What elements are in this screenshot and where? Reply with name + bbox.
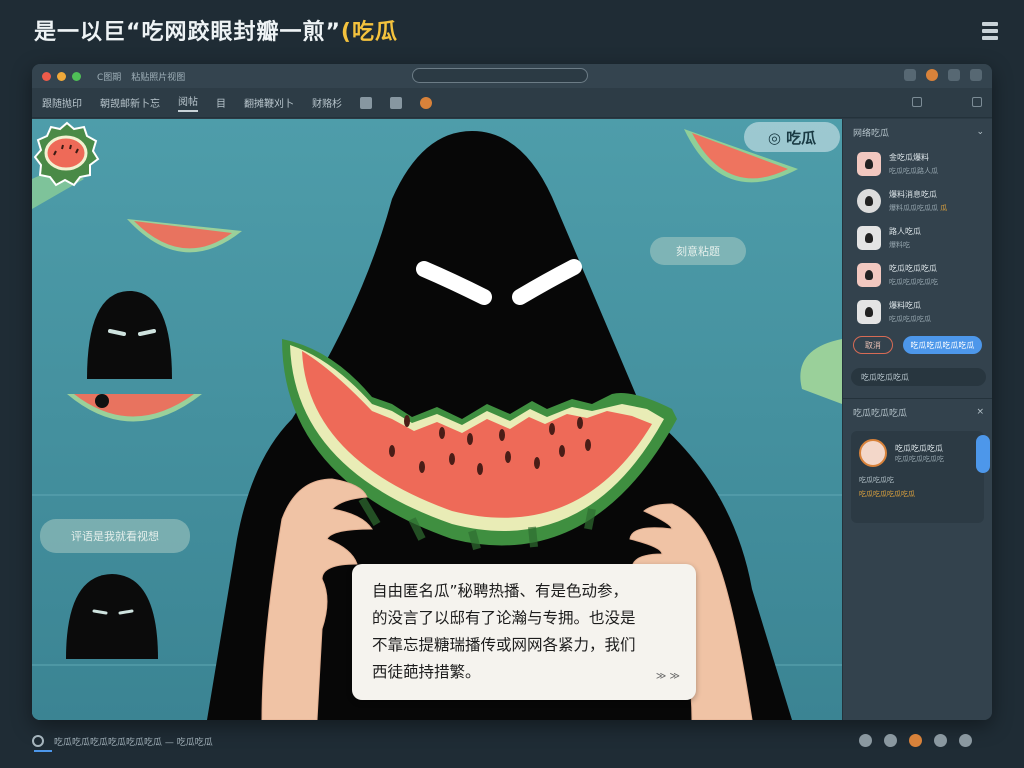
page-title: 是一以巨“吃网跤眼封瓣一煎”(吃瓜 [34,14,398,46]
avatar [859,439,887,467]
card-line: 吃瓜吃瓜吃 [859,476,894,484]
avatar [857,299,881,324]
toolbar-item-1[interactable]: 跟随抛印 [42,95,82,110]
sidebar-item[interactable]: 爆料吃瓜吃瓜吃瓜吃瓜 [843,293,992,330]
toolbar-item-6[interactable]: 财赂杉 [312,95,342,110]
status-indicator [34,750,52,752]
shield-icon[interactable] [859,734,872,747]
avatar [857,262,881,287]
confirm-button[interactable]: 吃瓜吃瓜吃瓜吃瓜 [902,336,982,354]
tab-label[interactable]: C图期 [97,70,121,83]
cancel-button[interactable]: 取消 [853,336,893,354]
panel-title: 吃瓜吃瓜吃瓜 [853,408,908,419]
sidebar-header: 网络吃瓜 ⌄ [843,119,992,145]
address-bar[interactable] [412,68,588,83]
main-stage: ◎ 吃瓜 刻意粘题 评语是我就看视想 自由匿名瓜”秘聘热播、有是色动参， 的没言… [32,119,842,720]
caption-line: 自由匿名瓜”秘聘热播、有是色动参， [372,582,629,600]
menu-icon[interactable] [982,22,998,44]
notification-icon[interactable] [909,734,922,747]
page-title-main: 是一以巨“吃网跤眼封瓣一煎” [34,20,341,45]
card-subtitle: 吃瓜吃瓜吃瓜吃 [895,455,944,463]
sidebar-item-name: 金吃瓜爆料 [889,152,929,162]
caption-card: 自由匿名瓜”秘聘热播、有是色动参， 的没言了以邸有了论瀚与专拥。也没是 不靠忘提… [352,564,696,700]
chevron-down-icon[interactable]: ⌄ [976,127,984,137]
settings-icon[interactable] [959,734,972,747]
bookmark-icon[interactable] [972,97,982,107]
clock-icon[interactable] [934,734,947,747]
toolbar-item-4[interactable]: 目 [216,95,226,110]
tab-label-2[interactable]: 粘贴照片视图 [131,70,185,83]
avatar [857,225,881,250]
titlebar-icons [904,69,982,81]
close-icon[interactable]: × [976,407,984,417]
share-icon[interactable] [904,69,916,81]
toolbar-item-2[interactable]: 朝觊邮新卜忘 [100,95,160,110]
sidebar-item[interactable]: 金吃瓜爆料吃瓜吃瓜路人瓜 [843,145,992,182]
gift-icon[interactable] [360,96,372,109]
sidebar-item-name: 爆料消息吃瓜 [889,189,937,199]
card-title: 吃瓜吃瓜吃瓜 [895,444,943,453]
card-line-2: 吃瓜吃瓜吃瓜吃瓜 [859,490,915,498]
sidebar-item-meta: 爆料瓜瓜吃瓜瓜 瓜 [889,203,948,212]
minimize-window-button[interactable] [57,71,66,81]
floating-bubble-left: 评语是我就看视想 [40,519,190,553]
sidebar-item-name: 吃瓜吃瓜吃瓜 [889,263,937,273]
settings-icon[interactable] [948,69,960,81]
sidebar-item-meta: 吃瓜吃瓜吃瓜吃 [889,277,938,286]
avatar [857,188,881,213]
heart-icon[interactable] [912,97,922,107]
sidebar-actions: 取消 吃瓜吃瓜吃瓜吃瓜 [843,330,992,360]
status-text: 吃瓜吃瓜吃瓜吃瓜吃瓜吃瓜 — 吃瓜吃瓜 [54,737,213,748]
sidebar-search-bar[interactable]: 吃瓜吃瓜吃瓜 [851,368,986,386]
scroll-handle[interactable] [976,435,990,473]
sidebar-item-meta: 吃瓜吃瓜吃瓜 [889,314,931,323]
sidebar-item[interactable]: 吃瓜吃瓜吃瓜 吃瓜吃瓜吃瓜吃 [843,256,992,293]
watermelon-sticker-icon [33,121,100,187]
sidebar-item-meta: 吃瓜吃瓜路人瓜 [889,166,938,175]
avatar [857,151,881,176]
more-icon[interactable] [970,69,982,81]
page-title-highlight: (吃瓜 [340,20,398,45]
maximize-window-button[interactable] [72,71,81,81]
sidebar-item-meta: 爆料吃 [889,240,910,249]
status-right-icons [859,734,972,747]
toolbar-item-5[interactable]: 翻摊鞭刈卜 [244,95,294,110]
toolbar-right-icons [912,97,982,107]
toolbar: 跟随抛印 朝觊邮新卜忘 阅帖 目 翻摊鞭刈卜 财赂杉 [32,88,992,118]
sidebar-item-name: 爆料吃瓜 [889,300,921,310]
comment-card[interactable]: 吃瓜吃瓜吃瓜 吃瓜吃瓜吃瓜吃 吃瓜吃瓜吃 吃瓜吃瓜吃瓜吃瓜 [851,431,990,523]
status-icon[interactable] [32,735,44,747]
download-icon[interactable] [390,96,402,109]
caption-line: 的没言了以邸有了论瀚与专拥。也没是 [372,609,636,627]
profile-icon[interactable] [926,69,938,81]
caption-line: 不靠忘提糖瑞播传或网网各紧力，我们 [372,636,636,654]
sidebar-item[interactable]: 爆料消息吃瓜爆料瓜瓜吃瓜瓜 瓜 [843,182,992,219]
sidebar-item[interactable]: 路人吃瓜 爆料吃 [843,219,992,256]
caption-line: 西徒葩持措繁。 [372,663,481,681]
status-bar: 吃瓜吃瓜吃瓜吃瓜吃瓜吃瓜 — 吃瓜吃瓜 [32,728,992,754]
close-window-button[interactable] [42,71,51,81]
sidebar-panel: 吃瓜吃瓜吃瓜 × 吃瓜吃瓜吃瓜 吃瓜吃瓜吃瓜吃 吃瓜吃瓜吃 吃瓜吃瓜吃瓜吃瓜 [843,398,992,523]
brand-watermark: ◎ 吃瓜 [744,122,840,152]
floating-bubble-right: 刻意粘题 [650,237,746,265]
toolbar-item-3[interactable]: 阅帖 [178,93,198,112]
user-icon[interactable] [884,734,897,747]
sidebar-title: 网络吃瓜 [853,128,890,139]
sidebar-item-name: 路人吃瓜 [889,226,921,236]
caption-more-link[interactable]: ≫ ≫ [656,663,680,690]
colorwheel-icon[interactable] [420,96,432,109]
title-bar: C图期 粘贴照片视图 [32,64,992,88]
panel-header: 吃瓜吃瓜吃瓜 × [843,399,992,425]
sidebar: 网络吃瓜 ⌄ 金吃瓜爆料吃瓜吃瓜路人瓜 爆料消息吃瓜爆料瓜瓜吃瓜瓜 瓜 路人吃瓜… [842,119,992,720]
browser-window: C图期 粘贴照片视图 跟随抛印 朝觊邮新卜忘 阅帖 目 翻摊鞭刈卜 财赂杉 ◎ … [32,64,992,720]
